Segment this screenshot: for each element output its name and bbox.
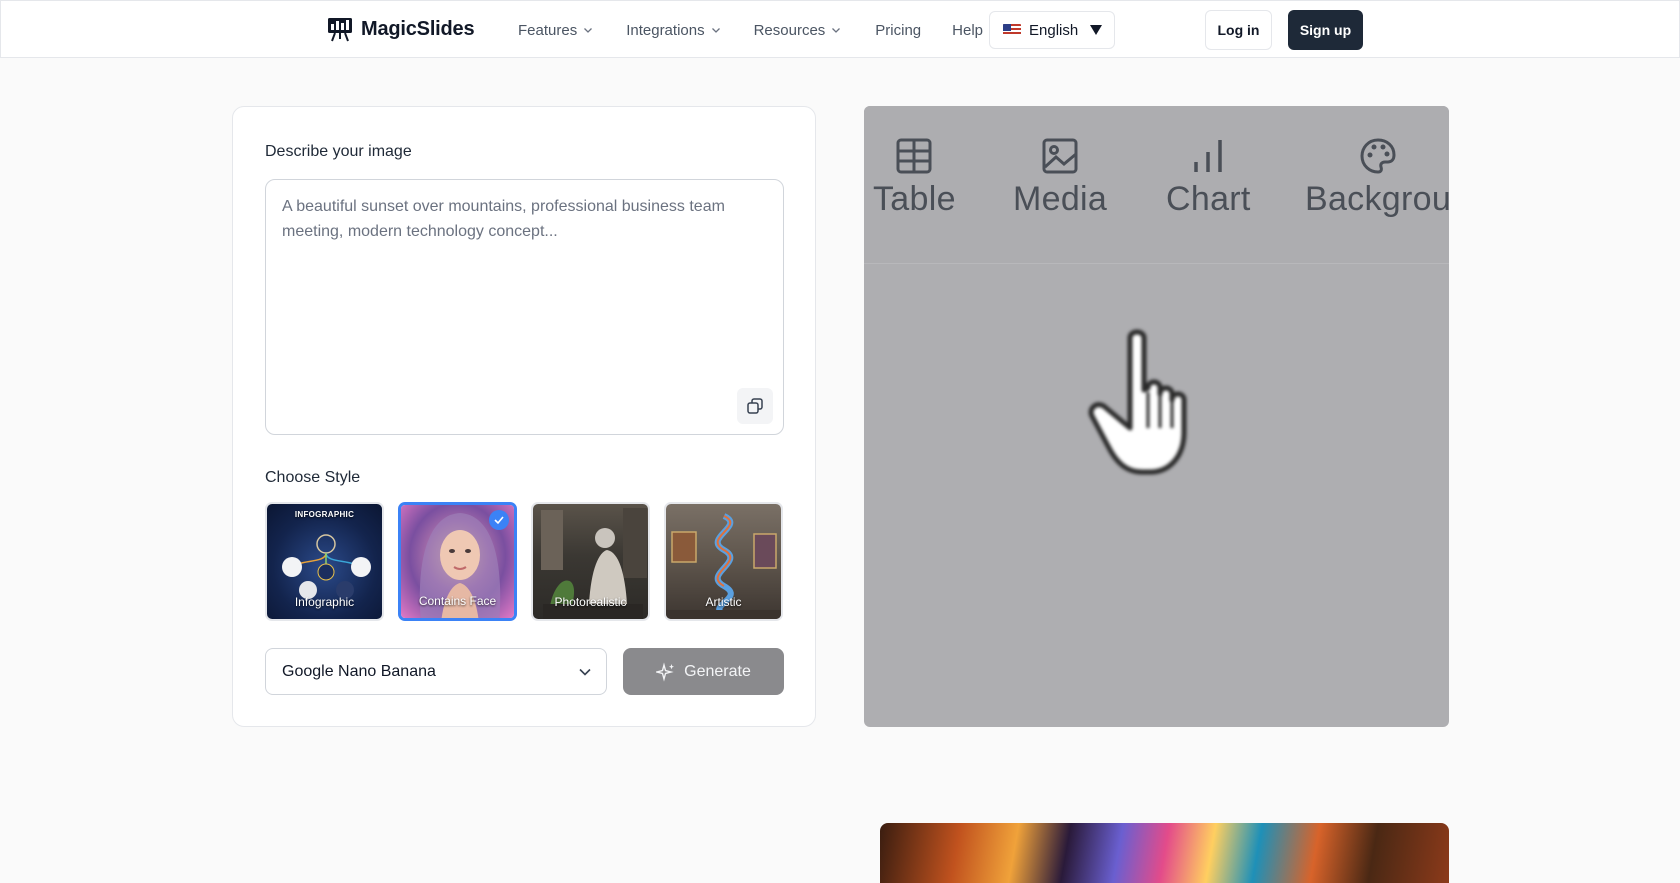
- main-nav: Features Integrations Resources Pricing …: [518, 1, 983, 59]
- chevron-down-icon: [711, 28, 720, 33]
- copy-prompt-button[interactable]: [737, 388, 773, 424]
- hand-pointer-icon: [1088, 329, 1187, 475]
- tool-media: Media: [1013, 136, 1107, 219]
- nav-features-label: Features: [518, 21, 578, 39]
- nav-integrations-label: Integrations: [626, 21, 705, 39]
- language-label: English: [1029, 21, 1079, 39]
- chevron-down-icon: [579, 668, 591, 676]
- chevron-down-icon: [832, 28, 841, 33]
- style-infographic[interactable]: INFOGRAPHIC Infographic: [265, 502, 384, 621]
- tool-chart-label: Chart: [1166, 180, 1251, 218]
- prompt-textarea[interactable]: A beautiful sunset over mountains, profe…: [265, 179, 784, 435]
- example-generated-image: [880, 823, 1449, 883]
- nav-resources[interactable]: Resources: [754, 22, 842, 39]
- caret-down-icon: [1090, 25, 1102, 35]
- nav-pricing-label: Pricing: [875, 21, 922, 39]
- palette-icon: [1360, 138, 1396, 174]
- image-generator-form: Describe your image A beautiful sunset o…: [232, 106, 816, 727]
- tool-media-label: Media: [1013, 180, 1108, 218]
- nav-resources-label: Resources: [753, 21, 826, 39]
- style-photorealistic-label: Photorealistic: [554, 595, 627, 609]
- tool-background: Backgrou: [1305, 136, 1449, 219]
- copy-icon: [747, 398, 763, 414]
- selected-check-icon: [489, 510, 509, 530]
- chevron-down-icon: [584, 28, 593, 33]
- generate-button[interactable]: Generate: [623, 648, 784, 695]
- preview-toolbar-screenshot: Table Media Chart Backgrou: [864, 106, 1449, 264]
- style-artistic-label: Artistic: [705, 595, 742, 609]
- infographic-badge: INFOGRAPHIC: [294, 510, 355, 519]
- generate-label: Generate: [684, 662, 751, 680]
- nav-features[interactable]: Features: [518, 22, 593, 39]
- brand-logo[interactable]: MagicSlides: [327, 16, 475, 42]
- style-infographic-label: Infographic: [294, 595, 355, 609]
- nav-help[interactable]: Help: [952, 22, 983, 39]
- style-artistic[interactable]: Artistic: [664, 502, 783, 621]
- style-contains-face[interactable]: Contains Face: [398, 502, 517, 621]
- nav-help-label: Help: [952, 21, 984, 39]
- prompt-placeholder: A beautiful sunset over mountains, profe…: [282, 198, 725, 240]
- us-flag-icon: [1003, 24, 1021, 36]
- table-icon: [896, 138, 932, 174]
- tool-table: Table: [873, 136, 956, 219]
- tool-chart: Chart: [1166, 136, 1251, 219]
- model-select-value: Google Nano Banana: [282, 662, 436, 680]
- presentation-board-icon: [328, 18, 352, 42]
- language-select[interactable]: English: [989, 11, 1115, 49]
- tool-table-label: Table: [873, 180, 956, 218]
- login-button[interactable]: Log in: [1205, 10, 1272, 50]
- choose-style-label: Choose Style: [265, 469, 361, 486]
- style-options: INFOGRAPHIC Infographic Contains Face Ph…: [265, 502, 783, 621]
- signup-button[interactable]: Sign up: [1288, 10, 1363, 50]
- tool-background-label: Backgrou: [1305, 180, 1449, 218]
- model-select[interactable]: Google Nano Banana: [265, 648, 607, 695]
- brand-name: MagicSlides: [361, 17, 475, 40]
- top-nav-bar: MagicSlides Features Integrations Resour…: [0, 0, 1680, 58]
- preview-panel: Table Media Chart Backgrou: [864, 106, 1449, 727]
- nav-integrations[interactable]: Integrations: [626, 22, 720, 39]
- sparkles-icon: [656, 661, 675, 682]
- style-photorealistic[interactable]: Photorealistic: [531, 502, 650, 621]
- image-icon: [1042, 138, 1078, 174]
- chart-bars-icon: [1194, 140, 1223, 172]
- nav-pricing[interactable]: Pricing: [875, 22, 921, 39]
- describe-image-label: Describe your image: [265, 143, 412, 160]
- style-contains-face-label: Contains Face: [418, 594, 497, 608]
